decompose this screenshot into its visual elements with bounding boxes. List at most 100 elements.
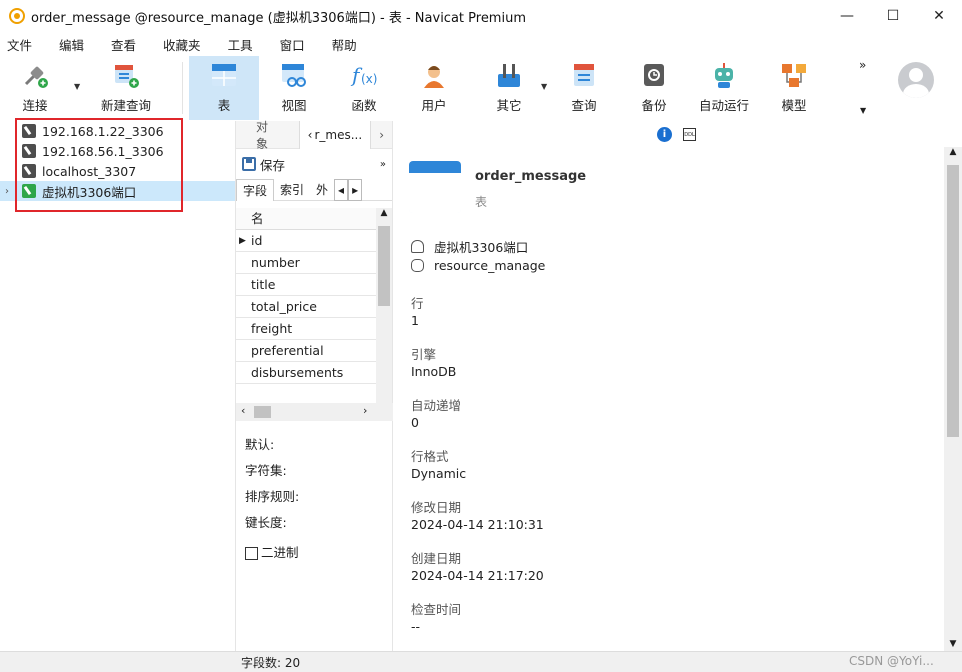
toolbar-more-chevron-icon[interactable]: » [859,58,866,72]
table-button[interactable]: 表 [189,56,259,120]
field-count: 字段数: 20 [241,656,301,670]
window-title: order_message @resource_manage (虚拟机3306端… [31,10,526,26]
h-scroll-thumb[interactable] [254,406,271,418]
binary-checkbox-row[interactable]: 二进制 [245,540,299,566]
connection-item-selected[interactable]: › 虚拟机3306端口 [0,181,235,201]
save-button[interactable]: 保存 [260,155,285,174]
database-name: resource_manage [434,258,546,273]
tools-icon [498,64,520,87]
scroll-up-icon[interactable]: ▲ [376,208,392,218]
menu-tools[interactable]: 工具 [227,35,265,54]
field-row[interactable]: title [236,274,377,296]
expand-chevron-icon[interactable]: › [5,186,9,197]
more-chevron-icon[interactable]: » [380,159,386,170]
maximize-button[interactable]: ☐ [870,0,916,32]
prop-rows: 行1 [411,296,424,328]
subtab-next-icon[interactable]: ▸ [348,178,363,201]
subtab-fields[interactable]: 字段 [236,178,275,201]
ddl-icon[interactable]: DDL [683,128,696,141]
view-icon [282,64,306,87]
field-row[interactable]: disbursements [236,362,377,384]
tab-table-design[interactable]: ‹ r_mes... [298,120,372,149]
new-query-icon [115,65,139,88]
connection-item[interactable]: 192.168.1.22_3306 [0,121,235,141]
field-row[interactable]: number [236,252,377,274]
tab-scroll-right-icon[interactable]: › [371,121,392,149]
info-icon[interactable]: i [657,127,672,142]
binary-checkbox[interactable] [245,546,258,560]
save-icon [242,157,256,171]
query-button[interactable]: 查询 [549,56,619,120]
menu-favorites[interactable]: 收藏夹 [162,35,213,54]
connect-button[interactable]: 连接 ▼ [0,56,80,120]
prop-modified-date: 修改日期 2024-04-14 21:10:31 [411,500,544,532]
field-row[interactable]: freight [236,318,377,340]
scroll-right-icon[interactable]: › [363,404,367,417]
tab-objects[interactable]: 对象 [236,120,299,151]
mysql-connection-icon [22,164,36,178]
subtab-prev-icon[interactable]: ◂ [334,178,349,201]
function-icon: f (x) [350,63,377,87]
field-row[interactable]: total_price [236,296,377,318]
fields-horizontal-scrollbar[interactable]: ‹ › [236,403,393,421]
other-button[interactable]: 其它 ▼ [469,56,549,120]
table-icon [212,64,236,86]
tab-back-chevron-icon: ‹ [307,127,313,142]
scroll-up-icon[interactable]: ▲ [944,147,962,157]
menu-help[interactable]: 帮助 [331,35,369,54]
connection-icon [411,240,424,253]
field-row[interactable]: ▶ id [236,230,377,252]
subtab-foreign[interactable]: 外 [310,179,334,201]
connection-item[interactable]: localhost_3307 [0,161,235,181]
connection-label: 192.168.56.1_3306 [42,143,164,159]
object-info-pane: i DDL order_message 表 虚拟机3306端口 resource… [393,121,962,651]
info-vertical-scrollbar[interactable]: ▲ ▼ [944,147,962,651]
database-icon [411,259,424,272]
scroll-down-icon[interactable]: ▼ [944,639,962,649]
field-row[interactable]: preferential [236,340,377,362]
user-label: 用户 [421,98,447,113]
connection-item[interactable]: 192.168.56.1_3306 [0,141,235,161]
status-bar: 字段数: 20 CSDN @YoYi... [0,651,962,672]
other-dropdown-icon[interactable]: ▼ [541,82,547,91]
function-button[interactable]: f (x) 函数 [329,56,399,120]
user-avatar[interactable] [898,62,934,98]
minimize-button[interactable]: — [824,0,870,32]
user-icon [424,66,444,88]
field-properties: 默认: 字符集: 排序规则: 键长度: 二进制 [245,436,299,566]
database-row: resource_manage [411,258,545,273]
prop-engine: 引擎 InnoDB [411,347,457,379]
new-query-label: 新建查询 [100,98,151,113]
user-button[interactable]: 用户 [399,56,469,120]
backup-icon [644,64,664,86]
mysql-connection-icon [22,124,36,138]
prop-key-length-label: 键长度: [245,515,287,530]
fields-grid: 名 ▶ id number title total_price freight p… [236,208,377,384]
subtab-indexes[interactable]: 索引 [274,179,310,201]
menu-edit[interactable]: 编辑 [58,35,96,54]
model-icon [782,64,806,87]
view-button[interactable]: 视图 [259,56,329,120]
table-label: 表 [217,98,231,113]
menu-window[interactable]: 窗口 [279,35,317,54]
menu-file[interactable]: 文件 [6,35,44,54]
prop-default-label: 默认: [245,437,275,452]
toolbar-overflow-dropdown-icon[interactable]: ▼ [860,106,866,115]
auto-run-button[interactable]: 自动运行 [689,56,759,120]
scroll-thumb[interactable] [378,226,390,306]
connect-label: 连接 [22,98,48,113]
query-icon [574,64,594,86]
model-button[interactable]: 模型 [759,56,829,120]
prop-row-format: 行格式 Dynamic [411,449,467,481]
scroll-thumb[interactable] [947,165,959,437]
prop-check-time: 检查时间 -- [411,602,462,634]
object-name: order_message [475,169,587,184]
close-button[interactable]: ✕ [916,0,962,32]
backup-button[interactable]: 备份 [619,56,689,120]
fields-vertical-scrollbar[interactable]: ▲ [376,208,392,403]
menu-view[interactable]: 查看 [110,35,148,54]
new-query-button[interactable]: 新建查询 [76,56,176,120]
mysql-connection-active-icon [22,184,36,198]
model-label: 模型 [781,98,807,113]
scroll-left-icon[interactable]: ‹ [241,404,245,417]
